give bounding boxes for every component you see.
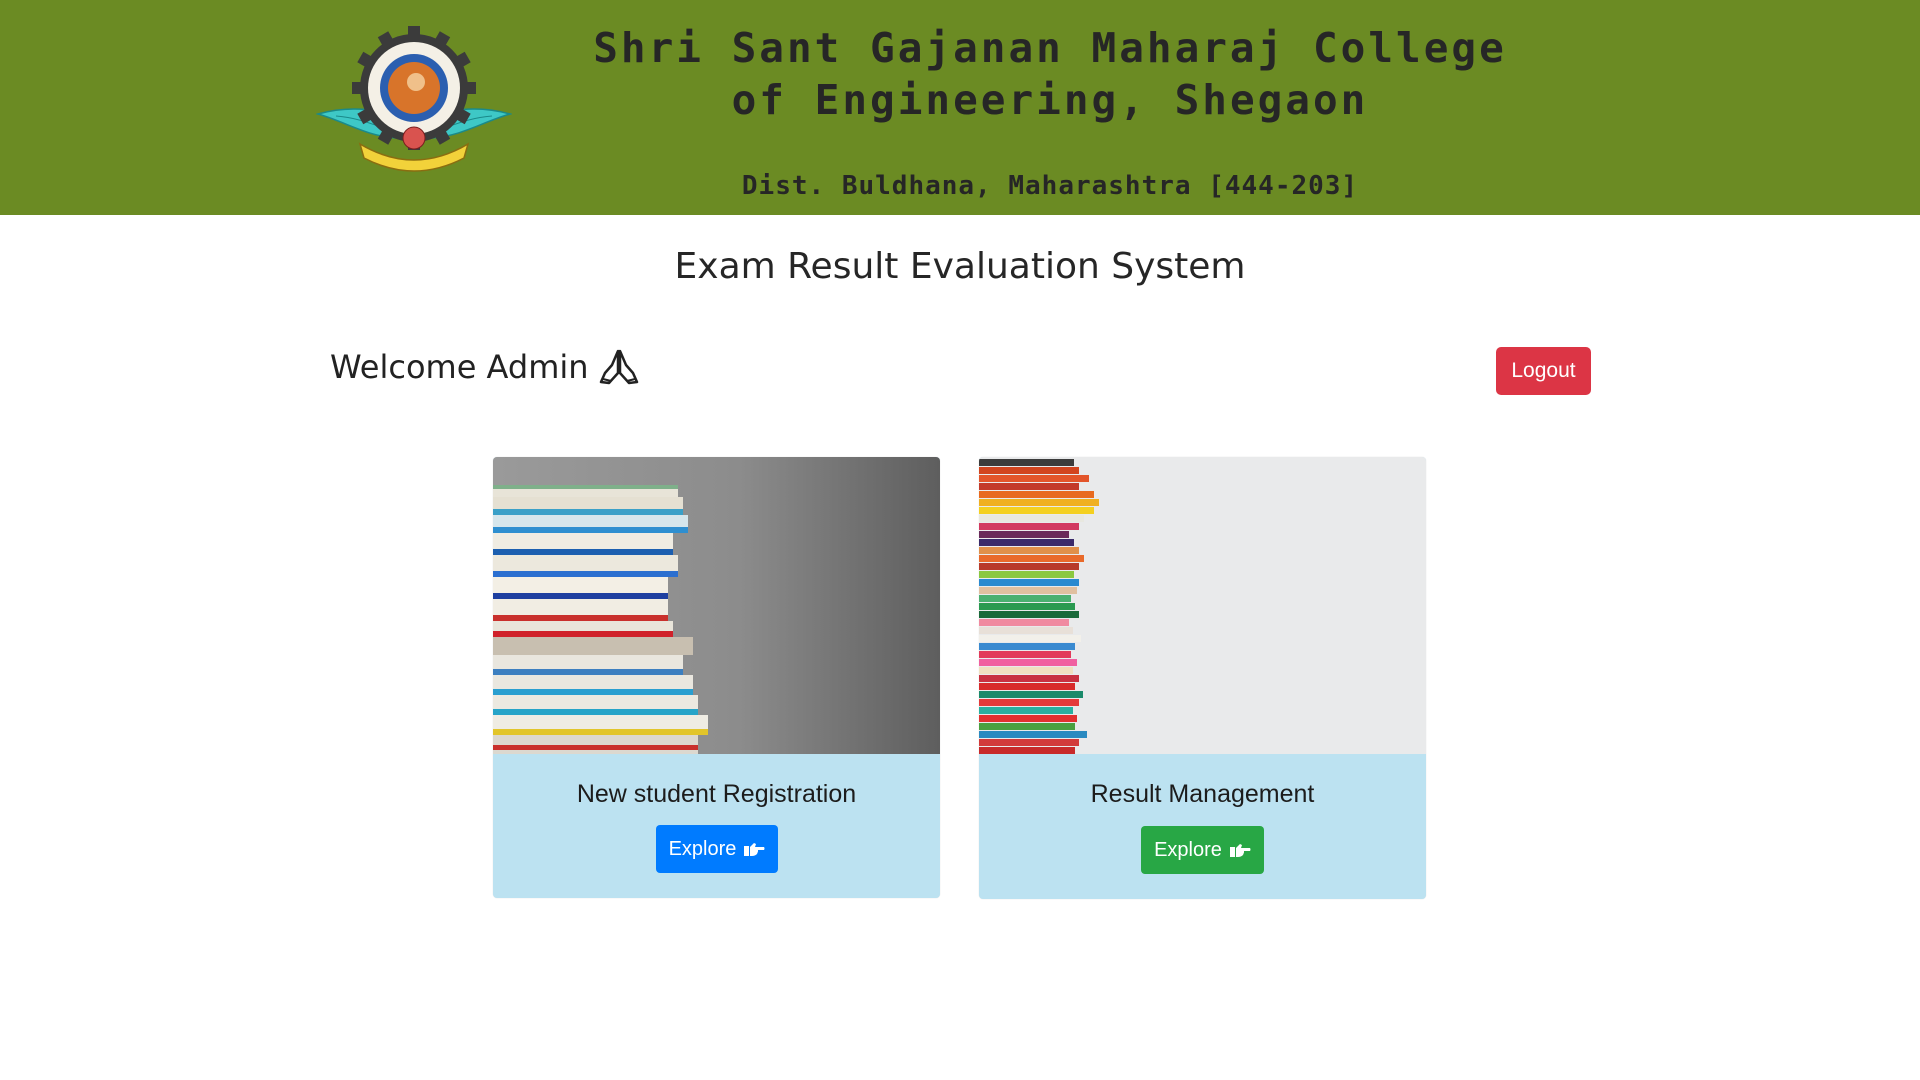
explore-label: Explore — [668, 837, 737, 860]
logout-button[interactable]: Logout — [1496, 347, 1591, 395]
pointing-hand-icon — [1229, 844, 1251, 857]
site-header: Shri Sant Gajanan Maharaj College of Eng… — [0, 0, 1920, 215]
folded-hands-icon — [599, 349, 638, 385]
college-name: Shri Sant Gajanan Maharaj College of Eng… — [593, 24, 1507, 124]
explore-registration-button[interactable]: Explore — [656, 825, 778, 873]
college-emblem-icon — [316, 26, 512, 172]
stacked-books-image — [493, 457, 940, 754]
welcome-text: Welcome Admin — [330, 348, 589, 386]
card-title: New student Registration — [576, 780, 857, 808]
page-title: Exam Result Evaluation System — [674, 246, 1246, 287]
card-title: Result Management — [1090, 780, 1315, 808]
pointing-hand-icon — [744, 843, 765, 856]
colored-pencils-image — [979, 457, 1426, 754]
college-address: Dist. Buldhana, Maharashtra [444-203] — [741, 171, 1359, 201]
card-student-registration: New student Registration Explore — [493, 457, 940, 898]
card-result-management: Result Management Explore — [979, 457, 1426, 899]
explore-label: Explore — [1154, 838, 1222, 861]
welcome-message: Welcome Admin — [330, 344, 639, 390]
explore-results-button[interactable]: Explore — [1141, 826, 1264, 874]
